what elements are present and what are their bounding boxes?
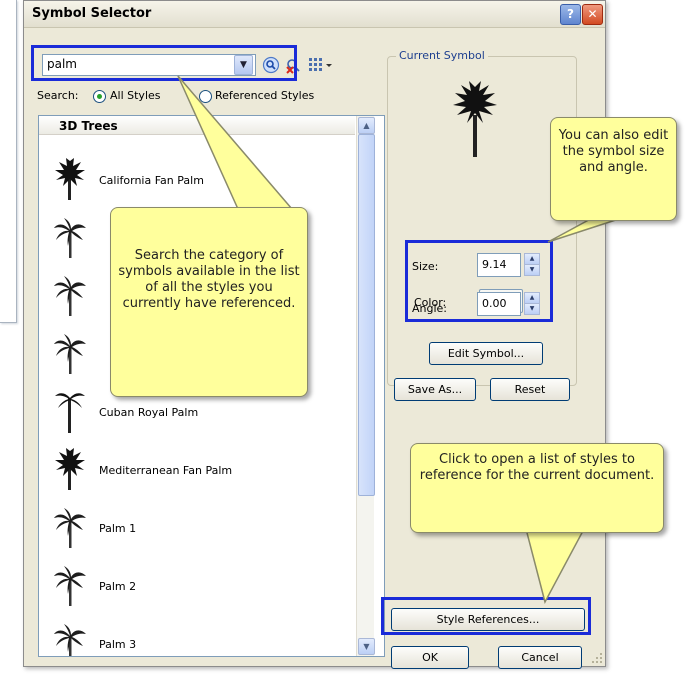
size-callout: You can also edit the symbol size and an…	[550, 117, 677, 221]
style-callout: Click to open a list of styles to refere…	[410, 443, 664, 533]
search-callout: Search the category of symbols available…	[110, 207, 308, 397]
search-callout-text: Search the category of symbols available…	[118, 248, 300, 311]
style-callout-text: Click to open a list of styles to refere…	[419, 452, 655, 483]
size-callout-text: You can also edit the symbol size and an…	[558, 128, 669, 175]
callout-pointers	[177, 75, 629, 605]
